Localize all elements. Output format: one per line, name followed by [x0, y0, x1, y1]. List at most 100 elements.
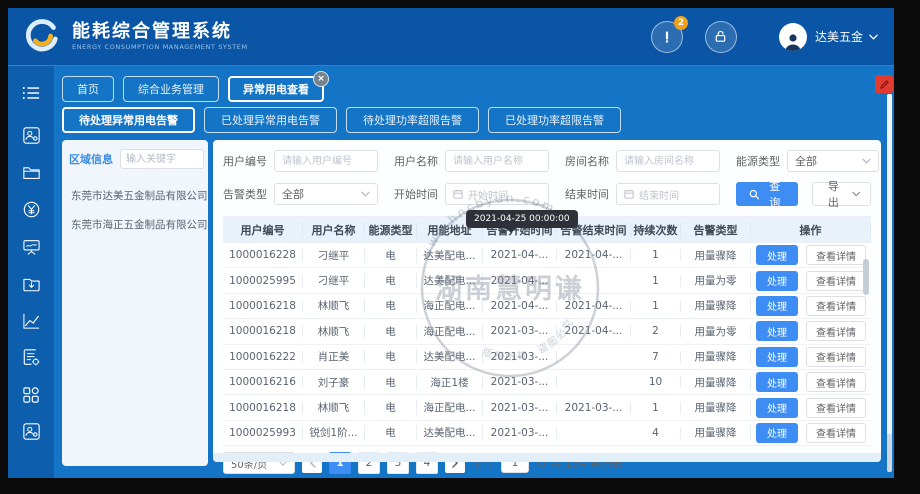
- cell-count: 2: [631, 325, 681, 337]
- subtab-label: 已处理异常用电告警: [221, 114, 320, 127]
- end-time-input[interactable]: 结束时间: [616, 183, 720, 205]
- subtab-label: 待处理功率超限告警: [363, 114, 462, 127]
- user-id-input[interactable]: [274, 150, 378, 172]
- column-header[interactable]: 用户编号: [223, 222, 303, 238]
- query-button[interactable]: 查询: [736, 182, 798, 206]
- cell-end-time: 2021-04-...: [557, 249, 631, 261]
- avatar: [779, 23, 807, 51]
- view-detail-button[interactable]: 查看详情: [806, 398, 866, 418]
- handle-button[interactable]: 处理: [756, 321, 798, 341]
- handle-button[interactable]: 处理: [756, 423, 798, 443]
- cell-user-name: 刁继平: [303, 273, 365, 288]
- table-row[interactable]: 1000016228 刁继平 电 达美配电... 2021-04-... 202…: [223, 243, 871, 268]
- tab-home[interactable]: 首页: [62, 76, 114, 102]
- filter-row-2: 告警类型 全部 开始时间: [223, 182, 871, 206]
- table-row[interactable]: 1000016218 林顺飞 电 海正配电... 2021-03-... 202…: [223, 319, 871, 344]
- sidebar-item-apps[interactable]: [8, 376, 54, 413]
- view-detail-button[interactable]: 查看详情: [806, 321, 866, 341]
- energy-type-value: 全部: [795, 153, 817, 169]
- sidebar-item-user-management[interactable]: [8, 117, 54, 154]
- view-detail-button[interactable]: 查看详情: [806, 372, 866, 392]
- list-item[interactable]: 东莞市海正五金制品有限公司: [69, 210, 201, 239]
- table-row[interactable]: 1000025995 刁继平 电 达美配电... 2021-04-... 1 用…: [223, 268, 871, 293]
- user-settings-icon: [23, 127, 40, 144]
- column-header[interactable]: 告警类型: [681, 222, 751, 238]
- sidebar-item-report-settings[interactable]: [8, 339, 54, 376]
- subtab-pending-abnormal[interactable]: 待处理异常用电告警: [62, 107, 195, 133]
- view-detail-button[interactable]: 查看详情: [806, 423, 866, 443]
- cell-user-id: 1000016228: [223, 249, 303, 261]
- handle-button[interactable]: 处理: [756, 296, 798, 316]
- room-name-input[interactable]: [616, 150, 720, 172]
- energy-type-label: 能源类型: [736, 153, 780, 169]
- user-name-input[interactable]: [445, 150, 549, 172]
- list-item[interactable]: 东莞市达美五金制品有限公司: [69, 181, 201, 210]
- subtab-processed-abnormal[interactable]: 已处理异常用电告警: [204, 107, 337, 133]
- cell-user-id: 1000025995: [223, 275, 303, 287]
- subtab-label: 待处理异常用电告警: [79, 114, 178, 127]
- subtab-label: 已处理功率超限告警: [505, 114, 604, 127]
- tab-abnormal-power[interactable]: 异常用电查看 ×: [228, 76, 324, 102]
- notification-button[interactable]: 2: [651, 21, 683, 53]
- table-scrollbar[interactable]: [863, 259, 869, 295]
- panel-footer-strip: [213, 453, 881, 462]
- start-time-input[interactable]: 开始时间: [445, 183, 549, 205]
- tab-business-management[interactable]: 综合业务管理: [123, 76, 219, 102]
- exclamation-icon: [660, 30, 674, 44]
- handle-button[interactable]: 处理: [756, 271, 798, 291]
- handle-button[interactable]: 处理: [756, 347, 798, 367]
- sidebar-item-accounts[interactable]: [8, 413, 54, 450]
- column-header[interactable]: 持续次数: [631, 222, 681, 238]
- energy-type-select[interactable]: 全部: [787, 150, 879, 172]
- table-row[interactable]: 1000016216 刘子豪 电 海正1楼 2021-03-... 10 用量骤…: [223, 370, 871, 395]
- subtab-processed-power-limit[interactable]: 已处理功率超限告警: [488, 107, 621, 133]
- cell-user-id: 1000016222: [223, 351, 303, 363]
- handle-button[interactable]: 处理: [756, 372, 798, 392]
- view-detail-button[interactable]: 查看详情: [806, 245, 866, 265]
- user-settings-icon: [23, 423, 40, 440]
- subtab-pending-power-limit[interactable]: 待处理功率超限告警: [346, 107, 479, 133]
- column-header[interactable]: 用户名称: [303, 222, 365, 238]
- alarm-type-select[interactable]: 全部: [274, 183, 378, 205]
- sidebar-menu-toggle[interactable]: [8, 74, 54, 111]
- cell-alarm-type: 用量骤降: [681, 298, 751, 313]
- column-header[interactable]: 能源类型: [365, 222, 417, 238]
- sidebar-item-collection[interactable]: [8, 265, 54, 302]
- cell-alarm-type: 用量骤降: [681, 425, 751, 440]
- view-detail-button[interactable]: 查看详情: [806, 347, 866, 367]
- start-time-label: 开始时间: [394, 186, 438, 202]
- download-folder-icon: [23, 276, 40, 292]
- view-detail-button[interactable]: 查看详情: [806, 296, 866, 316]
- sidebar-item-monitor-board[interactable]: [8, 228, 54, 265]
- region-search-input[interactable]: [120, 149, 204, 169]
- table-row[interactable]: 1000016218 林顺飞 电 海正配电... 2021-03-... 202…: [223, 395, 871, 420]
- user-name: 达美五金: [815, 28, 863, 45]
- cell-energy-type: 电: [365, 425, 417, 440]
- page-scrollbar[interactable]: [887, 94, 892, 472]
- cell-end-time: 2021-04-...: [557, 300, 631, 312]
- cell-start-time: 2021-04-...: [483, 300, 557, 312]
- sidebar-item-archives[interactable]: [8, 154, 54, 191]
- table-row[interactable]: 1000016222 肖正美 电 达美配电... 2021-03-... 7 用…: [223, 345, 871, 370]
- lock-button[interactable]: [705, 21, 737, 53]
- table-row[interactable]: 1000025993 锐剑1阶... 电 达美配电... 2021-03-...…: [223, 421, 871, 446]
- cell-end-time: 2021-03-...: [557, 402, 631, 414]
- document-settings-icon: [23, 349, 40, 366]
- export-button-label: 导出: [823, 178, 844, 210]
- close-tab-icon[interactable]: ×: [313, 71, 329, 87]
- apps-grid-icon: [23, 387, 39, 403]
- user-menu[interactable]: 达美五金: [779, 23, 878, 51]
- table-row[interactable]: 1000016218 林顺飞 电 海正配电... 2021-04-... 202…: [223, 294, 871, 319]
- cell-alarm-type: 用量为零: [681, 273, 751, 288]
- handle-button[interactable]: 处理: [756, 245, 798, 265]
- red-indicator-button[interactable]: [875, 75, 893, 93]
- cell-energy-type: 电: [365, 349, 417, 364]
- sidebar-item-billing[interactable]: [8, 191, 54, 228]
- cell-address: 海正配电...: [417, 298, 483, 313]
- cell-start-time: 2021-03-...: [483, 402, 557, 414]
- export-button[interactable]: 导出: [812, 182, 871, 206]
- handle-button[interactable]: 处理: [756, 398, 798, 418]
- view-detail-button[interactable]: 查看详情: [806, 271, 866, 291]
- sidebar-item-analysis[interactable]: [8, 302, 54, 339]
- column-header[interactable]: 操作: [751, 222, 871, 238]
